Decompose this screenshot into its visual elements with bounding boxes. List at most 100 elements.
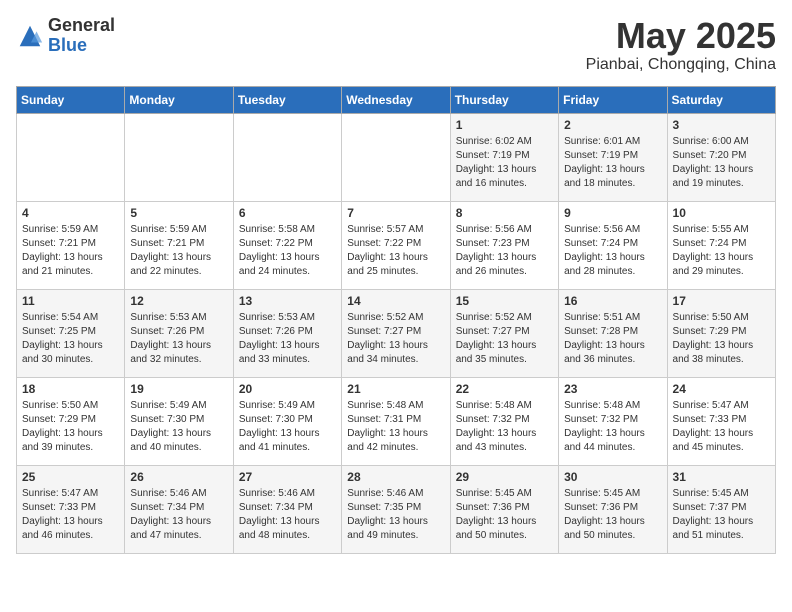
calendar-cell: 30 Sunrise: 5:45 AM Sunset: 7:36 PM Dayli… (559, 465, 667, 553)
calendar-cell: 15 Sunrise: 5:52 AM Sunset: 7:27 PM Dayli… (450, 289, 558, 377)
day-detail: Sunrise: 5:53 AM Sunset: 7:26 PM Dayligh… (130, 311, 227, 367)
day-number: 12 (130, 294, 227, 308)
logo-general: General (48, 16, 115, 36)
calendar-cell: 3 Sunrise: 6:00 AM Sunset: 7:20 PM Daylig… (667, 113, 775, 201)
day-number: 31 (673, 470, 770, 484)
calendar-cell: 26Sunrise: 5:46 AM Sunset: 7:34 PM Dayli… (125, 465, 233, 553)
day-number: 28 (347, 470, 444, 484)
day-number: 8 (456, 206, 553, 220)
day-detail: Sunrise: 5:46 AM Sunset: 7:34 PM Dayligh… (239, 487, 336, 543)
weekday-header-row: SundayMondayTuesdayWednesdayThursdayFrid… (17, 86, 776, 113)
day-number: 13 (239, 294, 336, 308)
calendar-table: SundayMondayTuesdayWednesdayThursdayFrid… (16, 86, 776, 554)
day-detail: Sunrise: 6:00 AM Sunset: 7:20 PM Dayligh… (673, 135, 770, 191)
day-detail: Sunrise: 5:56 AM Sunset: 7:23 PM Dayligh… (456, 223, 553, 279)
day-number: 16 (564, 294, 661, 308)
calendar-cell: 19 Sunrise: 5:49 AM Sunset: 7:30 PM Dayli… (125, 377, 233, 465)
day-detail: Sunrise: 5:46 AM Sunset: 7:35 PM Dayligh… (347, 487, 444, 543)
calendar-cell: 8 Sunrise: 5:56 AM Sunset: 7:23 PM Daylig… (450, 201, 558, 289)
day-detail: Sunrise: 5:59 AM Sunset: 7:21 PM Dayligh… (130, 223, 227, 279)
calendar-cell: 1 Sunrise: 6:02 AM Sunset: 7:19 PM Daylig… (450, 113, 558, 201)
day-detail: Sunrise: 5:49 AM Sunset: 7:30 PM Dayligh… (239, 399, 336, 455)
day-detail: Sunrise: 5:59 AM Sunset: 7:21 PM Dayligh… (22, 223, 119, 279)
day-number: 1 (456, 118, 553, 132)
calendar-cell: 21 Sunrise: 5:48 AM Sunset: 7:31 PM Dayli… (342, 377, 450, 465)
day-detail: Sunrise: 5:54 AM Sunset: 7:25 PM Dayligh… (22, 311, 119, 367)
day-number: 3 (673, 118, 770, 132)
day-detail: Sunrise: 6:01 AM Sunset: 7:19 PM Dayligh… (564, 135, 661, 191)
calendar-cell: 17 Sunrise: 5:50 AM Sunset: 7:29 PM Dayli… (667, 289, 775, 377)
day-detail: Sunrise: 5:48 AM Sunset: 7:32 PM Dayligh… (456, 399, 553, 455)
day-number: 29 (456, 470, 553, 484)
calendar-cell: 7 Sunrise: 5:57 AM Sunset: 7:22 PM Daylig… (342, 201, 450, 289)
day-detail: Sunrise: 5:56 AM Sunset: 7:24 PM Dayligh… (564, 223, 661, 279)
calendar-cell: 13 Sunrise: 5:53 AM Sunset: 7:26 PM Dayli… (233, 289, 341, 377)
calendar-cell: 31Sunrise: 5:45 AM Sunset: 7:37 PM Dayli… (667, 465, 775, 553)
calendar-cell: 16Sunrise: 5:51 AM Sunset: 7:28 PM Dayli… (559, 289, 667, 377)
calendar-cell: 27 Sunrise: 5:46 AM Sunset: 7:34 PM Dayli… (233, 465, 341, 553)
day-number: 23 (564, 382, 661, 396)
calendar-cell: 6 Sunrise: 5:58 AM Sunset: 7:22 PM Daylig… (233, 201, 341, 289)
calendar-cell: 10Sunrise: 5:55 AM Sunset: 7:24 PM Dayli… (667, 201, 775, 289)
calendar-cell: 23Sunrise: 5:48 AM Sunset: 7:32 PM Dayli… (559, 377, 667, 465)
calendar-cell: 20 Sunrise: 5:49 AM Sunset: 7:30 PM Dayli… (233, 377, 341, 465)
day-number: 21 (347, 382, 444, 396)
day-number: 15 (456, 294, 553, 308)
calendar-week-row: 11 Sunrise: 5:54 AM Sunset: 7:25 PM Dayli… (17, 289, 776, 377)
logo-blue: Blue (48, 36, 115, 56)
day-detail: Sunrise: 5:58 AM Sunset: 7:22 PM Dayligh… (239, 223, 336, 279)
calendar-cell (233, 113, 341, 201)
day-detail: Sunrise: 5:52 AM Sunset: 7:27 PM Dayligh… (456, 311, 553, 367)
day-detail: Sunrise: 5:50 AM Sunset: 7:29 PM Dayligh… (673, 311, 770, 367)
calendar-cell: 11 Sunrise: 5:54 AM Sunset: 7:25 PM Dayli… (17, 289, 125, 377)
day-detail: Sunrise: 5:48 AM Sunset: 7:31 PM Dayligh… (347, 399, 444, 455)
day-detail: Sunrise: 5:55 AM Sunset: 7:24 PM Dayligh… (673, 223, 770, 279)
day-number: 19 (130, 382, 227, 396)
day-number: 7 (347, 206, 444, 220)
calendar-cell: 24Sunrise: 5:47 AM Sunset: 7:33 PM Dayli… (667, 377, 775, 465)
day-number: 17 (673, 294, 770, 308)
day-number: 4 (22, 206, 119, 220)
title-area: May 2025 Pianbai, Chongqing, China (586, 16, 776, 74)
calendar-cell (342, 113, 450, 201)
logo-icon (16, 22, 44, 50)
day-number: 14 (347, 294, 444, 308)
calendar-cell: 22Sunrise: 5:48 AM Sunset: 7:32 PM Dayli… (450, 377, 558, 465)
day-number: 9 (564, 206, 661, 220)
weekday-header-tuesday: Tuesday (233, 86, 341, 113)
day-detail: Sunrise: 5:50 AM Sunset: 7:29 PM Dayligh… (22, 399, 119, 455)
calendar-cell (17, 113, 125, 201)
calendar-cell: 28 Sunrise: 5:46 AM Sunset: 7:35 PM Dayli… (342, 465, 450, 553)
day-number: 5 (130, 206, 227, 220)
day-number: 2 (564, 118, 661, 132)
location: Pianbai, Chongqing, China (586, 56, 776, 74)
calendar-cell: 12 Sunrise: 5:53 AM Sunset: 7:26 PM Dayli… (125, 289, 233, 377)
day-number: 25 (22, 470, 119, 484)
calendar-week-row: 25 Sunrise: 5:47 AM Sunset: 7:33 PM Dayli… (17, 465, 776, 553)
day-number: 20 (239, 382, 336, 396)
weekday-header-wednesday: Wednesday (342, 86, 450, 113)
calendar-cell: 29Sunrise: 5:45 AM Sunset: 7:36 PM Dayli… (450, 465, 558, 553)
calendar-cell: 4 Sunrise: 5:59 AM Sunset: 7:21 PM Daylig… (17, 201, 125, 289)
day-number: 30 (564, 470, 661, 484)
page-header: General Blue May 2025 Pianbai, Chongqing… (16, 16, 776, 74)
day-number: 6 (239, 206, 336, 220)
day-detail: Sunrise: 5:45 AM Sunset: 7:36 PM Dayligh… (564, 487, 661, 543)
day-detail: Sunrise: 6:02 AM Sunset: 7:19 PM Dayligh… (456, 135, 553, 191)
day-detail: Sunrise: 5:49 AM Sunset: 7:30 PM Dayligh… (130, 399, 227, 455)
day-number: 26 (130, 470, 227, 484)
calendar-cell: 9 Sunrise: 5:56 AM Sunset: 7:24 PM Daylig… (559, 201, 667, 289)
day-detail: Sunrise: 5:53 AM Sunset: 7:26 PM Dayligh… (239, 311, 336, 367)
weekday-header-friday: Friday (559, 86, 667, 113)
day-number: 24 (673, 382, 770, 396)
calendar-week-row: 1 Sunrise: 6:02 AM Sunset: 7:19 PM Daylig… (17, 113, 776, 201)
day-number: 27 (239, 470, 336, 484)
day-detail: Sunrise: 5:47 AM Sunset: 7:33 PM Dayligh… (22, 487, 119, 543)
calendar-cell: 18 Sunrise: 5:50 AM Sunset: 7:29 PM Dayli… (17, 377, 125, 465)
weekday-header-sunday: Sunday (17, 86, 125, 113)
day-detail: Sunrise: 5:52 AM Sunset: 7:27 PM Dayligh… (347, 311, 444, 367)
day-detail: Sunrise: 5:57 AM Sunset: 7:22 PM Dayligh… (347, 223, 444, 279)
day-number: 11 (22, 294, 119, 308)
day-number: 18 (22, 382, 119, 396)
calendar-cell: 14 Sunrise: 5:52 AM Sunset: 7:27 PM Dayli… (342, 289, 450, 377)
